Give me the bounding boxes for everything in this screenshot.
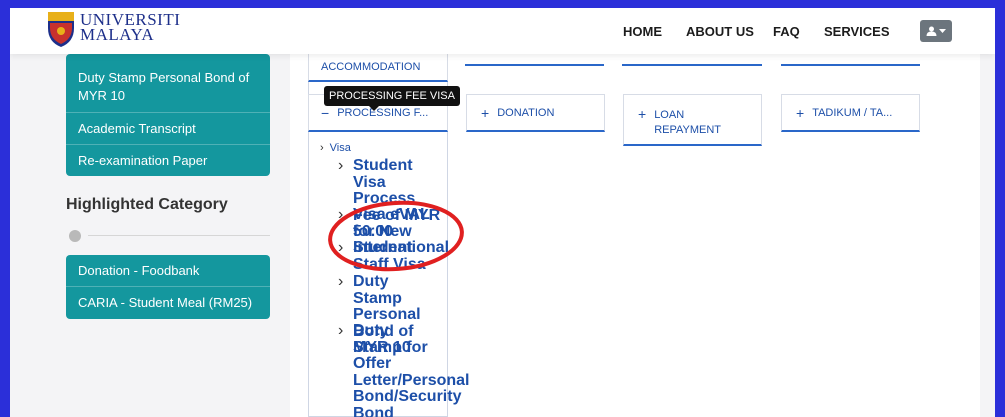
plus-icon: +: [796, 104, 805, 121]
tooltip-arrow: [369, 106, 379, 111]
brand-line-2: MALAYA: [80, 25, 155, 44]
processing-fee-label: PROCESSING F...: [337, 106, 429, 119]
chevron-right-icon: ›: [320, 142, 324, 154]
chevron-right-icon: ›: [338, 322, 344, 339]
caret-down-icon: [939, 28, 946, 33]
tree-item-duty-stamp-offer-letter[interactable]: › Duty Stamp for Offer Letter/Personal B…: [338, 322, 469, 417]
nav-about-us[interactable]: ABOUT US: [686, 24, 754, 39]
user-icon: [926, 26, 937, 36]
sidebar-item-duty-stamp[interactable]: Duty Stamp Personal Bond of MYR 10: [66, 54, 270, 113]
sidebar-item-academic-transcript[interactable]: Academic Transcript: [66, 113, 270, 145]
tooltip: PROCESSING FEE VISA: [324, 86, 460, 106]
section-dot: [69, 230, 81, 242]
tree-root-visa[interactable]: › Visa: [320, 142, 351, 154]
donation-accordion[interactable]: + DONATION: [466, 94, 605, 132]
top-card-underline: [781, 64, 920, 66]
nav-faq[interactable]: FAQ: [773, 24, 800, 39]
loan-repayment-label: LOAN REPAYMENT: [654, 109, 722, 136]
donation-label: DONATION: [497, 106, 555, 119]
section-divider: [88, 235, 270, 236]
university-name: UNIVERSITI MALAYA: [80, 11, 180, 44]
accommodation-label: ACCOMMODATION: [321, 61, 421, 73]
category-list: Duty Stamp Personal Bond of MYR 10 Acade…: [66, 54, 270, 176]
browser-viewport: UNIVERSITI MALAYA HOME ABOUT US FAQ SERV…: [10, 8, 995, 417]
plus-icon: +: [638, 106, 647, 122]
loan-repayment-accordion[interactable]: + LOAN REPAYMENT: [623, 94, 762, 146]
tadikum-label: TADIKUM / TA...: [812, 106, 893, 119]
sidebar-item-re-examination[interactable]: Re-examination Paper: [66, 145, 270, 176]
top-card-underline: [465, 64, 604, 66]
accommodation-accordion[interactable]: ACCOMMODATION: [308, 54, 448, 82]
highlighted-item-caria-student-meal[interactable]: CARIA - Student Meal (RM25): [66, 287, 270, 319]
tadikum-accordion[interactable]: + TADIKUM / TA...: [781, 94, 920, 132]
chevron-right-icon: ›: [338, 157, 344, 174]
highlighted-item-donation-foodbank[interactable]: Donation - Foodbank: [66, 255, 270, 287]
nav-home[interactable]: HOME: [623, 24, 662, 39]
minus-icon: −: [321, 104, 330, 121]
tree-root-label: Visa: [329, 142, 351, 154]
red-annotation-circle: [328, 200, 464, 272]
nav-services[interactable]: SERVICES: [824, 24, 890, 39]
university-logo[interactable]: UNIVERSITI MALAYA: [46, 10, 180, 48]
highlighted-category-title: Highlighted Category: [66, 196, 228, 213]
highlighted-category-list: Donation - Foodbank CARIA - Student Meal…: [66, 255, 270, 319]
user-menu-button[interactable]: [920, 20, 952, 42]
top-navbar: UNIVERSITI MALAYA HOME ABOUT US FAQ SERV…: [10, 8, 995, 54]
university-crest-icon: [48, 12, 74, 47]
top-card-underline: [622, 64, 762, 66]
plus-icon: +: [481, 104, 490, 121]
